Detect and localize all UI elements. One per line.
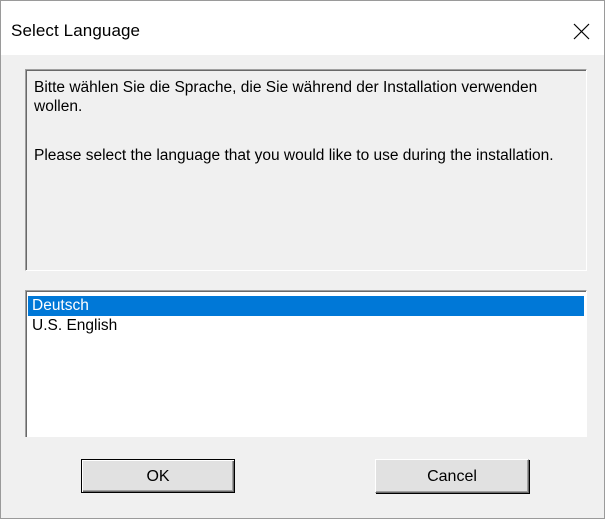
language-listbox[interactable]: Deutsch U.S. English — [25, 290, 587, 437]
language-option-us-english[interactable]: U.S. English — [28, 316, 584, 336]
language-option-deutsch[interactable]: Deutsch — [28, 296, 584, 316]
instruction-panel: Bitte wählen Sie die Sprache, die Sie wä… — [25, 69, 587, 271]
window-title: Select Language — [11, 21, 141, 40]
ok-button[interactable]: OK — [81, 459, 235, 493]
instruction-text-english: Please select the language that you woul… — [34, 147, 554, 164]
title-bar[interactable]: Select Language — [1, 1, 604, 55]
cancel-button[interactable]: Cancel — [375, 459, 529, 493]
instruction-text-german: Bitte wählen Sie die Sprache, die Sie wä… — [34, 79, 538, 115]
close-button[interactable] — [560, 11, 604, 51]
select-language-dialog: Select Language Bitte wählen Sie die Spr… — [0, 0, 605, 519]
close-icon — [573, 23, 590, 40]
